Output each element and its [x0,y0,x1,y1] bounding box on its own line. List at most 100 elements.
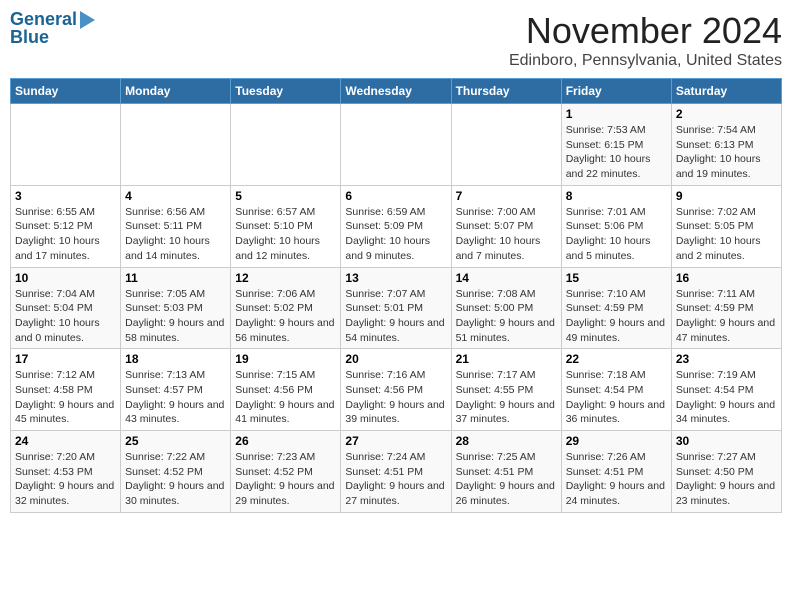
title-block: November 2024 Edinboro, Pennsylvania, Un… [509,10,782,70]
day-number: 23 [676,352,777,366]
calendar-cell: 23 Sunrise: 7:19 AMSunset: 4:54 PMDayligh… [671,349,781,431]
calendar-cell: 22Sunrise: 7:18 AMSunset: 4:54 PMDayligh… [561,349,671,431]
day-number: 26 [235,434,336,448]
day-number: 10 [15,271,116,285]
calendar-cell [121,104,231,186]
calendar-cell: 14 Sunrise: 7:08 AMSunset: 5:00 PMDayligh… [451,267,561,349]
day-info: Sunrise: 6:56 AMSunset: 5:11 PMDaylight:… [125,205,226,264]
day-number: 3 [15,189,116,203]
day-info: Sunrise: 6:55 AMSunset: 5:12 PMDaylight:… [15,205,116,264]
header-sunday: Sunday [11,79,121,104]
logo: General Blue [10,10,95,48]
day-info: Sunrise: 7:20 AMSunset: 4:53 PMDaylight:… [15,450,116,509]
day-number: 13 [345,271,446,285]
day-number: 21 [456,352,557,366]
day-info: Sunrise: 7:06 AMSunset: 5:02 PMDaylight:… [235,287,336,346]
calendar-cell: 28Sunrise: 7:25 AMSunset: 4:51 PMDayligh… [451,431,561,513]
day-number: 9 [676,189,777,203]
calendar-cell: 16 Sunrise: 7:11 AMSunset: 4:59 PMDayligh… [671,267,781,349]
day-info: Sunrise: 7:08 AMSunset: 5:00 PMDaylight:… [456,287,557,346]
header-saturday: Saturday [671,79,781,104]
week-row-3: 10Sunrise: 7:04 AMSunset: 5:04 PMDayligh… [11,267,782,349]
calendar-cell: 4 Sunrise: 6:56 AMSunset: 5:11 PMDaylight… [121,185,231,267]
page-title: November 2024 [509,10,782,52]
calendar-cell: 21 Sunrise: 7:17 AMSunset: 4:55 PMDayligh… [451,349,561,431]
calendar-cell: 3 Sunrise: 6:55 AMSunset: 5:12 PMDaylight… [11,185,121,267]
day-info: Sunrise: 7:02 AMSunset: 5:05 PMDaylight:… [676,205,777,264]
day-info: Sunrise: 7:10 AMSunset: 4:59 PMDaylight:… [566,287,667,346]
calendar-cell: 11 Sunrise: 7:05 AMSunset: 5:03 PMDayligh… [121,267,231,349]
day-info: Sunrise: 7:13 AMSunset: 4:57 PMDaylight:… [125,368,226,427]
day-info: Sunrise: 7:12 AMSunset: 4:58 PMDaylight:… [15,368,116,427]
calendar-cell: 26 Sunrise: 7:23 AMSunset: 4:52 PMDayligh… [231,431,341,513]
day-number: 11 [125,271,226,285]
calendar-table: SundayMondayTuesdayWednesdayThursdayFrid… [10,78,782,513]
header-wednesday: Wednesday [341,79,451,104]
calendar-cell: 10Sunrise: 7:04 AMSunset: 5:04 PMDayligh… [11,267,121,349]
week-row-5: 24 Sunrise: 7:20 AMSunset: 4:53 PMDayligh… [11,431,782,513]
calendar-cell: 1 Sunrise: 7:53 AMSunset: 6:15 PMDaylight… [561,104,671,186]
logo-arrow-icon [80,11,95,29]
day-info: Sunrise: 7:17 AMSunset: 4:55 PMDaylight:… [456,368,557,427]
day-number: 18 [125,352,226,366]
calendar-cell: 9 Sunrise: 7:02 AMSunset: 5:05 PMDaylight… [671,185,781,267]
calendar-header-row: SundayMondayTuesdayWednesdayThursdayFrid… [11,79,782,104]
calendar-cell: 17 Sunrise: 7:12 AMSunset: 4:58 PMDayligh… [11,349,121,431]
week-row-1: 1 Sunrise: 7:53 AMSunset: 6:15 PMDaylight… [11,104,782,186]
calendar-cell: 18 Sunrise: 7:13 AMSunset: 4:57 PMDayligh… [121,349,231,431]
day-info: Sunrise: 7:27 AMSunset: 4:50 PMDaylight:… [676,450,777,509]
day-info: Sunrise: 6:57 AMSunset: 5:10 PMDaylight:… [235,205,336,264]
day-info: Sunrise: 7:19 AMSunset: 4:54 PMDaylight:… [676,368,777,427]
day-info: Sunrise: 7:22 AMSunset: 4:52 PMDaylight:… [125,450,226,509]
day-number: 6 [345,189,446,203]
calendar-cell [11,104,121,186]
day-number: 20 [345,352,446,366]
calendar-cell [231,104,341,186]
calendar-cell: 29 Sunrise: 7:26 AMSunset: 4:51 PMDayligh… [561,431,671,513]
day-number: 1 [566,107,667,121]
logo-line2: Blue [10,28,49,48]
day-number: 5 [235,189,336,203]
calendar-cell [341,104,451,186]
calendar-cell [451,104,561,186]
calendar-cell: 19 Sunrise: 7:15 AMSunset: 4:56 PMDayligh… [231,349,341,431]
day-number: 25 [125,434,226,448]
day-number: 17 [15,352,116,366]
day-number: 19 [235,352,336,366]
day-info: Sunrise: 6:59 AMSunset: 5:09 PMDaylight:… [345,205,446,264]
day-info: Sunrise: 7:26 AMSunset: 4:51 PMDaylight:… [566,450,667,509]
calendar-cell: 25 Sunrise: 7:22 AMSunset: 4:52 PMDayligh… [121,431,231,513]
day-number: 7 [456,189,557,203]
day-info: Sunrise: 7:16 AMSunset: 4:56 PMDaylight:… [345,368,446,427]
calendar-cell: 13 Sunrise: 7:07 AMSunset: 5:01 PMDayligh… [341,267,451,349]
day-info: Sunrise: 7:05 AMSunset: 5:03 PMDaylight:… [125,287,226,346]
day-number: 2 [676,107,777,121]
day-info: Sunrise: 7:24 AMSunset: 4:51 PMDaylight:… [345,450,446,509]
header-friday: Friday [561,79,671,104]
day-info: Sunrise: 7:11 AMSunset: 4:59 PMDaylight:… [676,287,777,346]
day-number: 27 [345,434,446,448]
page-subtitle: Edinboro, Pennsylvania, United States [509,52,782,70]
day-info: Sunrise: 7:07 AMSunset: 5:01 PMDaylight:… [345,287,446,346]
calendar-cell: 7Sunrise: 7:00 AMSunset: 5:07 PMDaylight… [451,185,561,267]
calendar-cell: 5 Sunrise: 6:57 AMSunset: 5:10 PMDaylight… [231,185,341,267]
day-info: Sunrise: 7:15 AMSunset: 4:56 PMDaylight:… [235,368,336,427]
day-number: 14 [456,271,557,285]
calendar-cell: 24 Sunrise: 7:20 AMSunset: 4:53 PMDayligh… [11,431,121,513]
calendar-cell: 30 Sunrise: 7:27 AMSunset: 4:50 PMDayligh… [671,431,781,513]
calendar-cell: 27 Sunrise: 7:24 AMSunset: 4:51 PMDayligh… [341,431,451,513]
header-monday: Monday [121,79,231,104]
day-number: 4 [125,189,226,203]
day-info: Sunrise: 7:01 AMSunset: 5:06 PMDaylight:… [566,205,667,264]
day-number: 29 [566,434,667,448]
day-number: 16 [676,271,777,285]
day-number: 24 [15,434,116,448]
day-number: 15 [566,271,667,285]
page-header: General Blue November 2024 Edinboro, Pen… [10,10,782,70]
day-number: 12 [235,271,336,285]
week-row-4: 17 Sunrise: 7:12 AMSunset: 4:58 PMDayligh… [11,349,782,431]
day-info: Sunrise: 7:23 AMSunset: 4:52 PMDaylight:… [235,450,336,509]
day-number: 22 [566,352,667,366]
day-info: Sunrise: 7:53 AMSunset: 6:15 PMDaylight:… [566,123,667,182]
day-number: 30 [676,434,777,448]
